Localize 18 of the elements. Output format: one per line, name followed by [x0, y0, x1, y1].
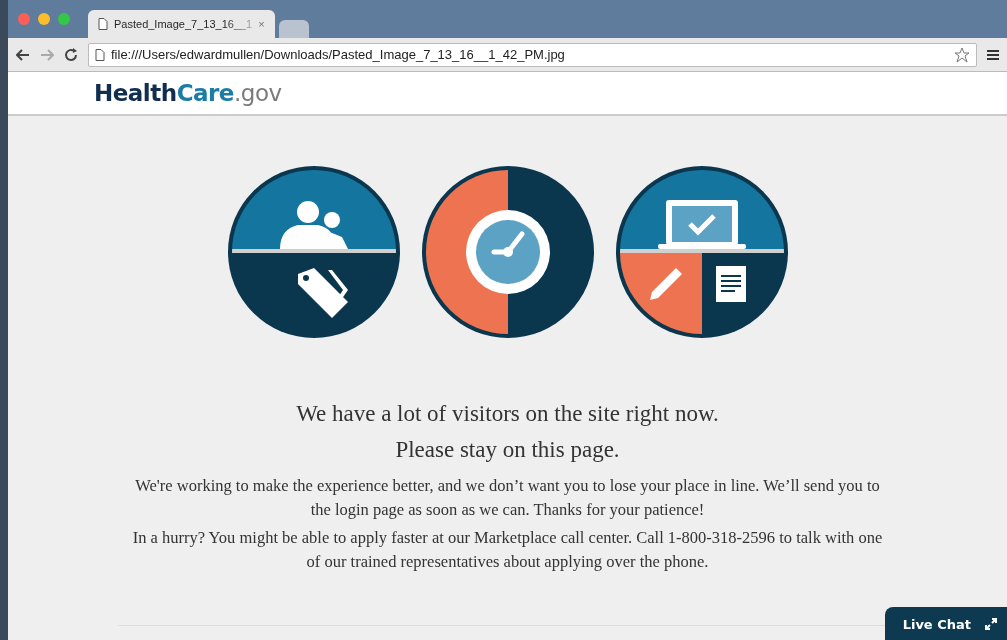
close-icon[interactable]: × [258, 15, 265, 33]
back-icon[interactable] [16, 48, 30, 61]
browser-tab[interactable]: Pasted_Image_7_13_16__1 × [88, 10, 275, 38]
browser-tab[interactable] [278, 20, 309, 38]
site-logo[interactable]: HealthCare.gov [94, 75, 282, 111]
address-bar[interactable]: file:///Users/edwardmullen/Downloads/Pasted_Image_7_13_16__1_42_PM.jpg [88, 42, 977, 67]
page-heading: We have a lot of visitors on the site right now. Please stay on this page. [296, 400, 719, 464]
window-control-icon[interactable] [18, 13, 30, 25]
reload-icon[interactable] [64, 47, 78, 62]
window-control-icon[interactable] [38, 13, 50, 25]
body-text: In a hurry? You might be able to apply faster at our Marketplace call center. Call 1-800-318-2596 to talk with one of our trained representatives about applying over the phone. [131, 527, 884, 573]
expand-icon [985, 618, 997, 631]
forward-icon[interactable] [40, 48, 54, 61]
body-text: We're working to make the experience better, and we don’t want you to lose your place in line. We’ll send you to the login page as soon as we can. Thanks for your patience! [134, 475, 881, 521]
live-chat-button[interactable]: Live Chat [884, 606, 1007, 640]
file-icon [98, 18, 108, 30]
window-control-icon[interactable] [58, 13, 70, 25]
menu-icon[interactable] [987, 48, 999, 61]
